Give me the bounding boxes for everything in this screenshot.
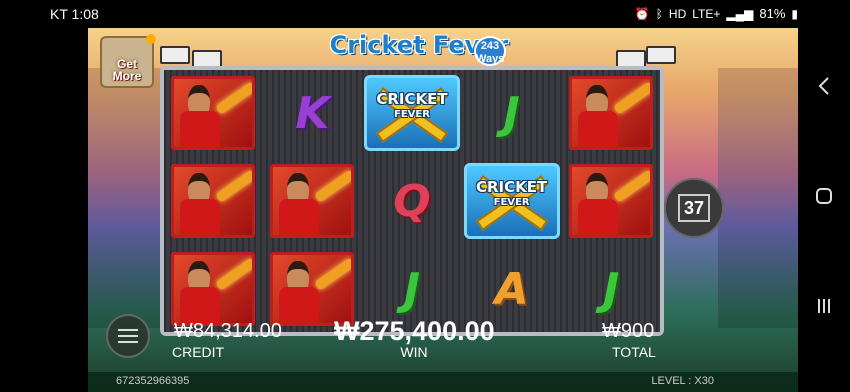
cricketer-symbol	[170, 76, 255, 150]
bat-icon	[214, 169, 252, 203]
floodlight-icon	[160, 46, 190, 64]
total-bet-value[interactable]: ₩900	[602, 320, 654, 343]
reel-cell: J	[463, 70, 561, 156]
letter-symbol-j: J	[603, 263, 620, 315]
wild-line1: CRICKET	[376, 90, 448, 108]
letter-symbol-k: K	[295, 87, 330, 139]
level-text: LEVEL : X30	[651, 375, 714, 387]
credit-label: CREDIT	[172, 344, 225, 360]
wild-symbol: CRICKET FEVER	[463, 159, 560, 243]
wild-line2: FEVER	[493, 197, 530, 208]
hd-icon: HD	[668, 6, 687, 21]
status-bar: KT 1:08 ⏰ ᛒ HD LTE+ ▂▄▆ 81% ▮	[0, 0, 850, 28]
cricketer-symbol	[270, 164, 355, 238]
footer-bar: 672352966395 LEVEL : X30	[88, 372, 798, 392]
letter-symbol-a: A	[494, 263, 529, 315]
get-more-button[interactable]: Get More	[100, 34, 156, 88]
reels-frame: K CRICKET FEVER J Q CRICKET FEVER J A J	[160, 66, 664, 336]
bat-icon	[214, 81, 252, 115]
notification-dot	[146, 34, 156, 44]
cricketer-symbol	[170, 252, 255, 326]
status-icons: ⏰ ᛒ HD LTE+ ▂▄▆ 81% ▮	[635, 6, 798, 21]
slot-game: Cricket Fever 243 Ways Get More K CRICKET…	[88, 28, 798, 392]
network-type: LTE+	[692, 6, 721, 21]
signal-icon: ▂▄▆	[726, 6, 754, 21]
cricketer-symbol	[569, 76, 654, 150]
ways-badge-word: Ways	[476, 53, 505, 65]
total-label: TOTAL	[612, 344, 656, 360]
reel-cell: K	[264, 70, 362, 156]
cricketer-symbol	[569, 164, 654, 238]
credit-value: ₩84,314.00	[174, 320, 282, 342]
wild-line2: FEVER	[394, 109, 430, 120]
cricketer-symbol	[270, 252, 355, 326]
counter-value: 37	[678, 194, 710, 222]
bat-icon	[314, 257, 352, 291]
back-icon[interactable]	[812, 74, 836, 98]
bat-icon	[314, 169, 352, 203]
recents-icon[interactable]	[812, 294, 836, 318]
wild-symbol: CRICKET FEVER	[363, 71, 460, 155]
ways-badge-number: 243	[480, 40, 500, 52]
bat-icon	[214, 257, 252, 291]
ways-badge: 243 Ways	[474, 36, 506, 66]
win-label: WIN	[400, 344, 428, 360]
bat-icon	[613, 169, 651, 203]
status-time: KT 1:08	[50, 6, 99, 22]
letter-symbol-j: J	[503, 87, 520, 139]
win-value: ₩275,400.00	[334, 316, 495, 346]
reel-cell: CRICKET FEVER	[463, 158, 561, 244]
reel-cell: CRICKET FEVER	[363, 70, 461, 156]
reel-cell: Q	[363, 158, 461, 244]
stadium-left	[88, 68, 168, 328]
stadium-right	[718, 68, 798, 328]
letter-symbol-j: J	[403, 263, 421, 315]
floodlight-icon	[646, 46, 676, 64]
round-id: 672352966395	[116, 375, 190, 387]
get-more-label: Get More	[112, 57, 142, 83]
reel-cell	[164, 70, 262, 156]
bluetooth-icon: ᛒ	[655, 6, 663, 21]
wild-line1: CRICKET	[475, 178, 548, 196]
cricketer-symbol	[170, 164, 255, 238]
android-nav-bar	[798, 28, 850, 392]
free-spin-counter[interactable]: 37	[664, 178, 724, 238]
battery-icon: ▮	[791, 6, 798, 21]
alarm-icon: ⏰	[634, 6, 650, 21]
reel-grid: K CRICKET FEVER J Q CRICKET FEVER J A J	[164, 70, 660, 332]
home-icon[interactable]	[812, 184, 836, 208]
reel-cell	[562, 70, 660, 156]
battery-percent: 81%	[759, 6, 786, 21]
reel-cell	[264, 158, 362, 244]
reel-cell	[164, 158, 262, 244]
reel-cell	[562, 158, 660, 244]
bat-icon	[613, 81, 651, 115]
letter-symbol-q: Q	[393, 175, 431, 227]
